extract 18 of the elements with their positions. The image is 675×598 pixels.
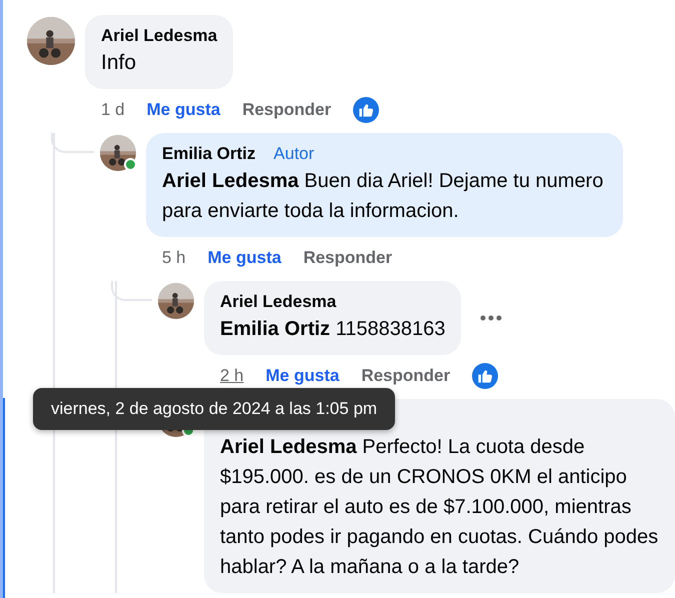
comment-time-link[interactable]: 1 d xyxy=(101,100,125,120)
author-name[interactable]: Emilia Ortiz xyxy=(162,142,256,166)
author-label: Autor xyxy=(274,143,314,165)
comment-text: Ariel Ledesma Perfecto! La cuota desde $195.000. es de un CRONOS 0KM el anticipo para retirar el auto es de $7.100.000, mientras tanto podes ir pagando en cuotas. Cuándo podes hablar? A la mañana o a la tarde? xyxy=(220,435,659,580)
comment-time-link[interactable]: 5 h xyxy=(162,248,186,268)
author-name[interactable]: Ariel Ledesma xyxy=(220,290,336,314)
reply-button[interactable]: Responder xyxy=(303,248,392,268)
comment-text: Emilia Ortiz 1158838163 xyxy=(220,317,446,342)
comment-text: Ariel Ledesma Buen dia Ariel! Dejame tu numero para enviarte toda la informacion. xyxy=(162,169,604,224)
like-button[interactable]: Me gusta xyxy=(266,366,340,386)
comment-text: Info xyxy=(101,50,138,76)
reply-button[interactable]: Responder xyxy=(242,100,332,120)
reply-button[interactable]: Responder xyxy=(361,366,450,386)
date-tooltip: viernes, 2 de agosto de 2024 a las 1:05 pm xyxy=(33,388,396,430)
like-button[interactable]: Me gusta xyxy=(146,100,220,120)
author-name[interactable]: Ariel Ledesma xyxy=(101,24,218,48)
like-button[interactable]: Me gusta xyxy=(208,248,282,268)
comment-time-link[interactable]: 2 h xyxy=(220,366,244,386)
